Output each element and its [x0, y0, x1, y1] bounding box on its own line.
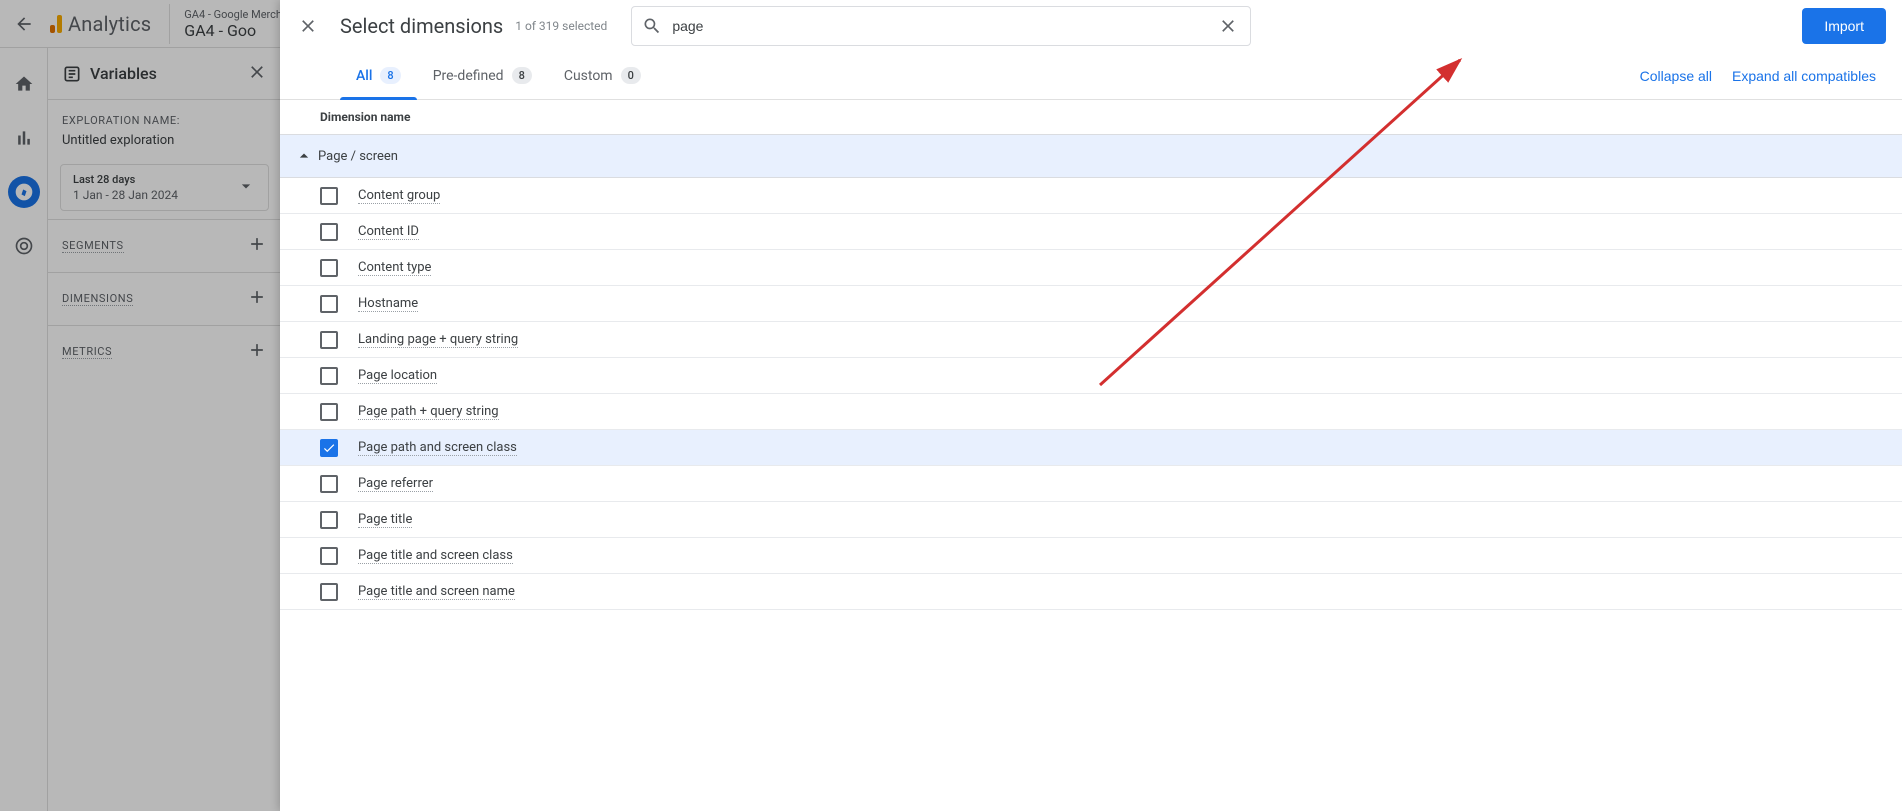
modal-header: Select dimensions 1 of 319 selected Impo… — [280, 0, 1902, 52]
chevron-up-icon — [294, 146, 314, 166]
dimension-checkbox[interactable] — [320, 439, 338, 457]
dimension-row[interactable]: Content group — [280, 178, 1902, 214]
dimension-row[interactable]: Page title — [280, 502, 1902, 538]
dimension-checkbox[interactable] — [320, 187, 338, 205]
collapse-all-button[interactable]: Collapse all — [1630, 68, 1722, 84]
dimension-name: Page path + query string — [358, 404, 499, 420]
dimension-list: Content group Content ID Content type Hostn… — [280, 178, 1902, 610]
modal-subtitle: 1 of 319 selected — [515, 19, 607, 33]
tab-all[interactable]: All 8 — [340, 52, 417, 99]
modal-title: Select dimensions — [340, 14, 503, 38]
dimension-name: Page location — [358, 368, 437, 384]
dimension-row[interactable]: Page referrer — [280, 466, 1902, 502]
tab-custom-label: Custom — [564, 68, 613, 84]
dimension-row[interactable]: Content type — [280, 250, 1902, 286]
close-icon — [1218, 16, 1238, 36]
tab-predefined-label: Pre-defined — [433, 68, 504, 84]
tab-all-label: All — [356, 68, 372, 84]
search-box[interactable] — [631, 6, 1251, 46]
modal-close-button[interactable] — [288, 6, 328, 46]
dimension-row[interactable]: Page title and screen class — [280, 538, 1902, 574]
dimension-checkbox[interactable] — [320, 511, 338, 529]
dimension-name: Page title — [358, 512, 412, 528]
tab-predefined-count: 8 — [512, 67, 532, 84]
clear-search-button[interactable] — [1216, 14, 1240, 38]
dimension-name: Content group — [358, 188, 440, 204]
dimension-name: Page referrer — [358, 476, 433, 492]
dimension-checkbox[interactable] — [320, 331, 338, 349]
dimension-row[interactable]: Landing page + query string — [280, 322, 1902, 358]
dimension-row[interactable]: Page path and screen class — [280, 430, 1902, 466]
import-button[interactable]: Import — [1802, 8, 1886, 44]
tab-custom[interactable]: Custom 0 — [548, 52, 657, 99]
dimension-row[interactable]: Hostname — [280, 286, 1902, 322]
close-icon — [298, 16, 318, 36]
column-header: Dimension name — [280, 100, 1902, 134]
dimension-checkbox[interactable] — [320, 583, 338, 601]
tab-all-count: 8 — [380, 67, 400, 84]
dimension-checkbox[interactable] — [320, 295, 338, 313]
check-icon — [322, 441, 336, 455]
dimension-checkbox[interactable] — [320, 547, 338, 565]
search-input[interactable] — [662, 18, 1216, 34]
dimension-name: Content type — [358, 260, 431, 276]
group-label: Page / screen — [318, 149, 398, 164]
dimension-name: Hostname — [358, 296, 418, 312]
dimension-group-row[interactable]: Page / screen — [280, 134, 1902, 178]
dimension-row[interactable]: Page title and screen name — [280, 574, 1902, 610]
dimension-name: Content ID — [358, 224, 419, 240]
tab-predefined[interactable]: Pre-defined 8 — [417, 52, 548, 99]
search-icon — [642, 16, 662, 36]
dimension-row[interactable]: Page path + query string — [280, 394, 1902, 430]
dimension-checkbox[interactable] — [320, 259, 338, 277]
dimension-checkbox[interactable] — [320, 475, 338, 493]
dimension-row[interactable]: Page location — [280, 358, 1902, 394]
dimension-name: Page title and screen name — [358, 584, 515, 600]
dimension-name: Page path and screen class — [358, 440, 517, 456]
dimension-checkbox[interactable] — [320, 223, 338, 241]
dimension-name: Page title and screen class — [358, 548, 513, 564]
dimension-row[interactable]: Content ID — [280, 214, 1902, 250]
dimension-checkbox[interactable] — [320, 367, 338, 385]
tabs-row: All 8 Pre-defined 8 Custom 0 Collapse al… — [280, 52, 1902, 100]
select-dimensions-modal: Select dimensions 1 of 319 selected Impo… — [280, 0, 1902, 811]
dimension-checkbox[interactable] — [320, 403, 338, 421]
dimension-name: Landing page + query string — [358, 332, 518, 348]
tab-custom-count: 0 — [621, 67, 641, 84]
expand-compatibles-button[interactable]: Expand all compatibles — [1722, 68, 1886, 84]
